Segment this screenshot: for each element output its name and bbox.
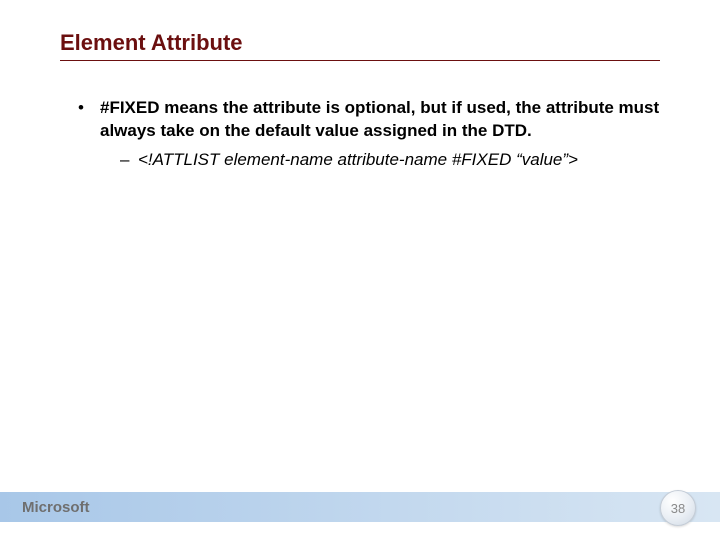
footer-logo: Microsoft	[22, 499, 90, 516]
slide-title: Element Attribute	[60, 30, 660, 61]
bullet-list: #FIXED means the attribute is optional, …	[60, 97, 660, 172]
bullet-item-1: #FIXED means the attribute is optional, …	[78, 97, 660, 172]
page-number-badge: 38	[660, 490, 696, 526]
sub-bullet-1: <!ATTLIST element-name attribute-name #F…	[120, 149, 660, 172]
footer-bar: Microsoft	[0, 492, 720, 522]
slide: Element Attribute #FIXED means the attri…	[0, 0, 720, 540]
sub-bullet-list: <!ATTLIST element-name attribute-name #F…	[100, 149, 660, 172]
bullet-1-text: #FIXED means the attribute is optional, …	[100, 98, 659, 140]
